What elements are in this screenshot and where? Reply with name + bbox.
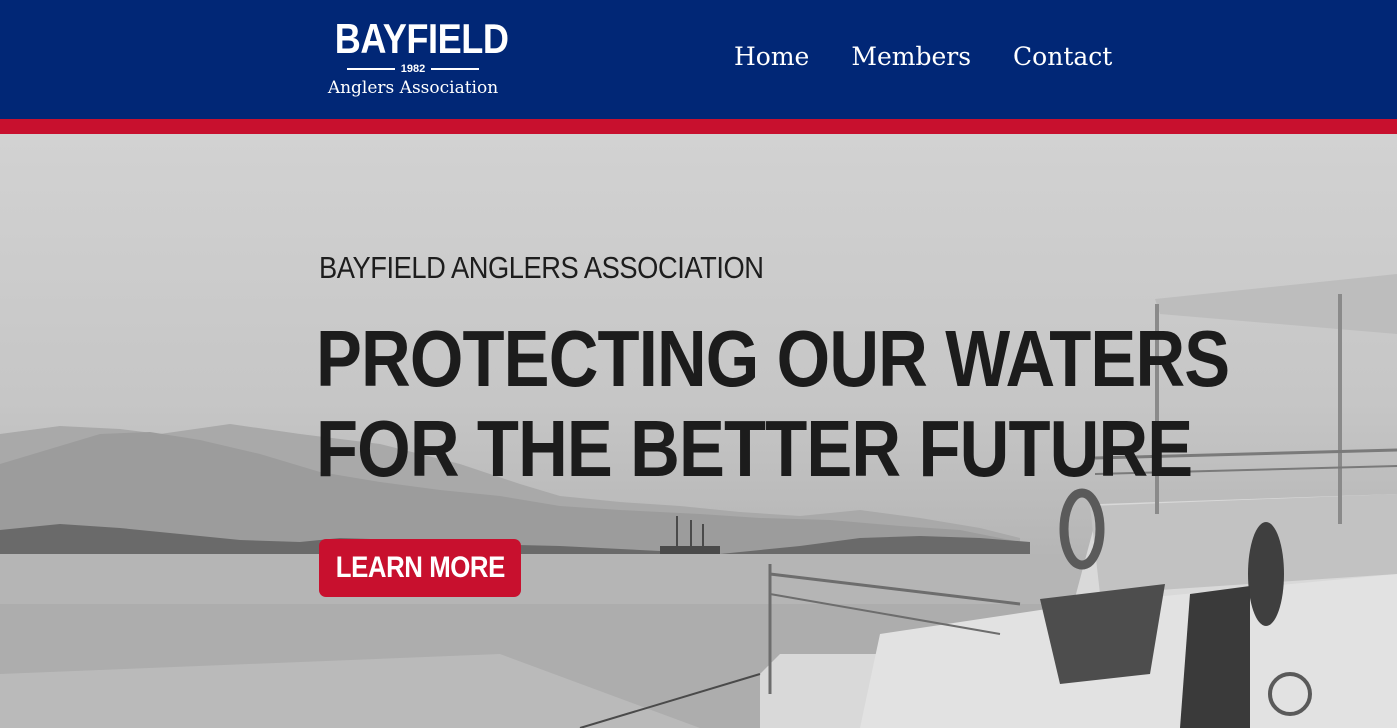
logo-subtitle: Anglers Association	[327, 78, 499, 98]
nav-contact[interactable]: Contact	[1013, 40, 1112, 74]
learn-more-label: LEARN MORE	[335, 551, 505, 584]
logo-divider-right	[431, 68, 480, 70]
hero-title-line-2: FOR THE BETTER FUTURE	[316, 404, 1193, 493]
logo-year: 1982	[400, 63, 426, 75]
nav-members[interactable]: Members	[851, 40, 971, 74]
hero-subtitle: BAYFIELD ANGLERS ASSOCIATION	[319, 250, 764, 285]
nav-home[interactable]: Home	[734, 40, 809, 74]
main-nav: Home Members Contact	[734, 40, 1154, 74]
site-header: BAYFIELD 1982 Anglers Association Home M…	[0, 0, 1397, 119]
site-logo[interactable]: BAYFIELD 1982 Anglers Association	[322, 14, 509, 104]
hero-section: BAYFIELD ANGLERS ASSOCIATION PROTECTING …	[0, 134, 1397, 728]
logo-year-row: 1982	[322, 63, 504, 75]
header-accent-stripe	[0, 119, 1397, 134]
logo-divider-left	[346, 68, 395, 70]
hero-title: PROTECTING OUR WATERS FOR THE BETTER FUT…	[316, 314, 1230, 494]
hero-title-line-1: PROTECTING OUR WATERS	[316, 314, 1230, 403]
learn-more-button[interactable]: LEARN MORE	[319, 539, 521, 597]
logo-wordmark: BAYFIELD	[334, 15, 509, 62]
